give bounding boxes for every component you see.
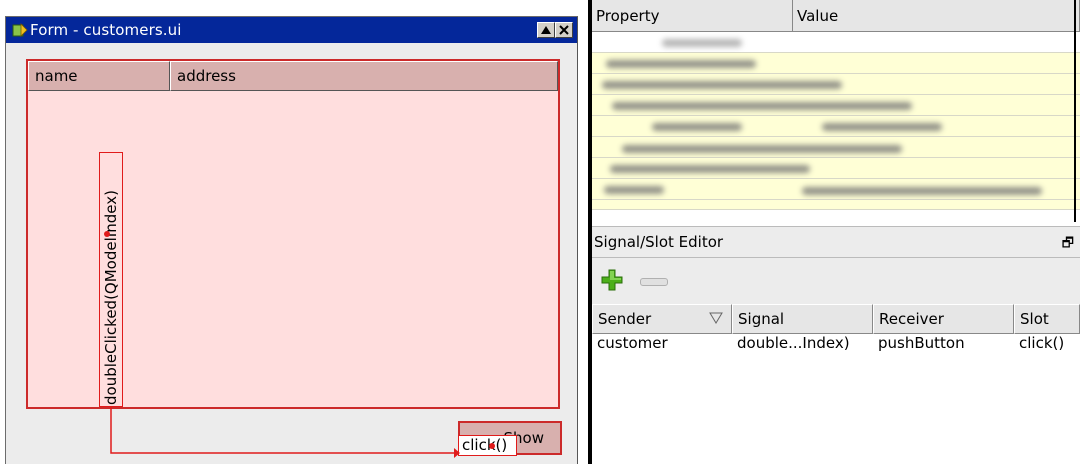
signal-slot-editor: Signal/Slot Editor 🗗 Sender Signal Recei… <box>592 226 1080 464</box>
minus-icon[interactable] <box>640 278 668 286</box>
connection-row[interactable]: customer double...Index) pushButton clic… <box>592 334 1080 354</box>
minimize-icon <box>541 26 551 34</box>
cell-signal[interactable]: double...Index) <box>732 334 873 354</box>
connections-header: Sender Signal Receiver Slot <box>592 304 1080 334</box>
window-buttons <box>537 22 573 38</box>
signal-slot-toolbar <box>592 258 1080 304</box>
column-header-value[interactable]: Value <box>793 0 1080 32</box>
column-header-receiver[interactable]: Receiver <box>873 304 1014 334</box>
column-header-property[interactable]: Property <box>592 0 793 32</box>
qt-designer-icon <box>12 23 28 37</box>
minimize-button[interactable] <box>537 22 555 38</box>
cell-sender[interactable]: customer <box>592 334 732 354</box>
signal-slot-editor-title: Signal/Slot Editor <box>594 233 724 251</box>
property-row[interactable] <box>592 158 1080 179</box>
form-title: Form - customers.ui <box>30 21 182 39</box>
property-row[interactable] <box>592 32 1080 53</box>
signal-slot-editor-titlebar[interactable]: Signal/Slot Editor 🗗 <box>592 226 1080 258</box>
property-editor: Property Value <box>592 0 1080 222</box>
plus-icon[interactable] <box>600 268 624 292</box>
property-row[interactable] <box>592 179 1080 200</box>
cell-slot[interactable]: click() <box>1014 334 1080 354</box>
slot-endpoint-box[interactable]: click() <box>458 435 517 456</box>
float-dock-icon[interactable]: 🗗 <box>1062 234 1074 256</box>
column-header-address[interactable]: address <box>170 61 558 91</box>
tableview-header: name address <box>28 61 558 91</box>
form-titlebar[interactable]: Form - customers.ui <box>6 17 577 43</box>
column-header-signal[interactable]: Signal <box>732 304 873 334</box>
property-panel-border <box>1074 0 1076 222</box>
property-row[interactable] <box>592 200 1080 210</box>
property-row[interactable] <box>592 74 1080 95</box>
signal-label: doubleClicked(QModelIndex) <box>102 190 120 405</box>
property-header: Property Value <box>592 0 1080 32</box>
property-row[interactable] <box>592 116 1080 137</box>
column-header-name[interactable]: name <box>28 61 170 91</box>
column-header-slot[interactable]: Slot <box>1014 304 1080 334</box>
form-window: Form - customers.ui name address doubleC… <box>5 16 578 464</box>
signal-endpoint-box[interactable]: doubleClicked(QModelIndex) <box>99 152 123 407</box>
close-icon <box>559 25 569 35</box>
property-row[interactable] <box>592 53 1080 74</box>
close-button[interactable] <box>555 22 573 38</box>
cell-receiver[interactable]: pushButton <box>873 334 1014 354</box>
sort-triangle-icon <box>709 312 723 324</box>
property-row[interactable] <box>592 95 1080 116</box>
column-header-sender[interactable]: Sender <box>592 304 732 334</box>
form-canvas[interactable]: name address doubleClicked(QModelIndex) … <box>6 43 577 464</box>
property-row[interactable] <box>592 137 1080 158</box>
connections-table: Sender Signal Receiver Slot customer dou… <box>592 304 1080 464</box>
